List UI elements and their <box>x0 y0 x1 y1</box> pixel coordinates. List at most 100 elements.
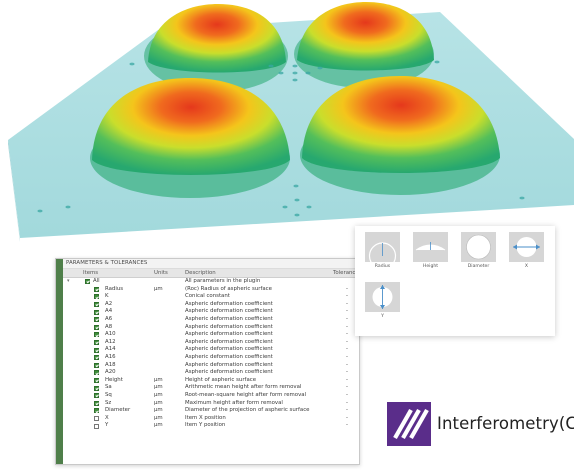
row-tolerance[interactable]: - <box>346 422 348 430</box>
row-units: μm <box>154 285 163 292</box>
row-tolerance[interactable]: - <box>346 339 348 347</box>
table-row[interactable]: Sq μm Root-mean-square height after form r… <box>63 392 359 400</box>
table-row[interactable]: A14 Aspheric deformation coefficient - <box>63 346 359 354</box>
row-checkbox[interactable] <box>94 317 99 323</box>
row-tolerance[interactable]: - <box>346 286 348 294</box>
shape-label: Y <box>381 314 384 319</box>
row-tolerance[interactable]: - <box>346 362 348 370</box>
shape-y[interactable]: Y <box>365 282 400 319</box>
column-header-units[interactable]: Units <box>154 269 168 277</box>
row-item-name: Sa <box>105 384 112 391</box>
table-row[interactable]: A18 Aspheric deformation coefficient - <box>63 362 359 370</box>
parameters-table-body: ▾ All All parameters in the plugin Radius μm… <box>63 278 359 430</box>
table-row[interactable]: Radius μm (Roc) Radius of aspheric surface… <box>63 286 359 294</box>
shape-x[interactable]: X <box>509 232 544 269</box>
row-checkbox[interactable] <box>94 340 99 346</box>
shape-diameter[interactable]: Diameter <box>461 232 496 269</box>
table-row[interactable]: A16 Aspheric deformation coefficient - <box>63 354 359 362</box>
column-header-row: Items Units Description Tolerance <box>63 269 359 278</box>
table-row[interactable]: Height μm Height of aspheric surface - <box>63 377 359 385</box>
shape-radius[interactable]: Radius <box>365 232 400 269</box>
row-description: Aspheric deformation coefficient <box>185 308 273 315</box>
row-tolerance[interactable]: - <box>346 308 348 316</box>
column-header-description[interactable]: Description <box>185 269 216 277</box>
table-row[interactable]: A4 Aspheric deformation coefficient - <box>63 308 359 316</box>
row-description: Aspheric deformation coefficient <box>185 346 273 353</box>
row-checkbox[interactable] <box>94 370 99 376</box>
row-tolerance[interactable]: - <box>346 369 348 377</box>
row-item-name: K <box>105 293 109 300</box>
row-description: All parameters in the plugin <box>185 278 261 284</box>
row-tolerance[interactable]: - <box>346 400 348 408</box>
surface-3d-svg <box>8 2 574 242</box>
table-row[interactable]: A20 Aspheric deformation coefficient - <box>63 369 359 377</box>
row-checkbox[interactable] <box>94 385 99 391</box>
row-tolerance[interactable]: - <box>346 354 348 362</box>
row-description: Aspheric deformation coefficient <box>185 315 273 322</box>
row-checkbox[interactable] <box>94 309 99 315</box>
row-checkbox[interactable] <box>94 286 99 292</box>
row-tolerance[interactable]: - <box>346 407 348 415</box>
row-description: Aspheric deformation coefficient <box>185 353 273 360</box>
row-tolerance[interactable]: - <box>346 384 348 392</box>
row-description: Aspheric deformation coefficient <box>185 300 273 307</box>
row-units: μm <box>154 414 163 421</box>
table-row[interactable]: ▾ All All parameters in the plugin <box>63 278 359 286</box>
panel-title: PARAMETERS & TOLERANCES <box>63 259 359 269</box>
row-item-name: A6 <box>105 315 113 322</box>
row-checkbox[interactable] <box>94 347 99 353</box>
table-row[interactable]: A8 Aspheric deformation coefficient - <box>63 324 359 332</box>
row-item-name: Diameter <box>105 407 131 414</box>
row-checkbox[interactable] <box>94 294 99 300</box>
brand-name: Interferometry(CSI) <box>437 414 574 433</box>
row-checkbox[interactable] <box>94 324 99 330</box>
row-tolerance[interactable]: - <box>346 346 348 354</box>
row-checkbox[interactable] <box>94 423 99 429</box>
row-tolerance[interactable]: - <box>346 392 348 400</box>
column-header-items[interactable]: Items <box>83 269 98 277</box>
expand-icon[interactable]: ▾ <box>67 278 70 286</box>
row-tolerance[interactable]: - <box>346 324 348 332</box>
row-item-name: A20 <box>105 369 116 376</box>
row-checkbox[interactable] <box>85 279 90 285</box>
row-item-name: X <box>105 414 109 421</box>
table-row[interactable]: Yμm Item Y position - <box>63 422 359 430</box>
row-description: Maximum height after form removal <box>185 399 283 406</box>
table-row[interactable]: A6 Aspheric deformation coefficient - <box>63 316 359 324</box>
row-checkbox[interactable] <box>94 355 99 361</box>
row-description: Root-mean-square height after form remov… <box>185 391 307 398</box>
radius-icon <box>365 232 400 262</box>
row-checkbox[interactable] <box>94 332 99 338</box>
row-checkbox[interactable] <box>94 302 99 308</box>
table-row[interactable]: A12 Aspheric deformation coefficient - <box>63 339 359 347</box>
row-tolerance[interactable]: - <box>346 377 348 385</box>
row-checkbox[interactable] <box>94 400 99 406</box>
interferometry-logo <box>387 402 431 446</box>
row-checkbox[interactable] <box>94 362 99 368</box>
row-checkbox[interactable] <box>94 408 99 414</box>
table-row[interactable]: A2 Aspheric deformation coefficient - <box>63 301 359 309</box>
shape-label: X <box>524 264 529 269</box>
row-description: Item Y position <box>185 422 226 429</box>
row-tolerance[interactable]: - <box>346 316 348 324</box>
surface-3d-view <box>0 0 574 260</box>
table-row[interactable]: Sz μm Maximum height after form removal - <box>63 400 359 408</box>
table-row[interactable]: K Conical constant - <box>63 293 359 301</box>
row-tolerance[interactable]: - <box>346 415 348 423</box>
row-checkbox[interactable] <box>94 393 99 399</box>
row-tolerance[interactable]: - <box>346 331 348 339</box>
table-row[interactable]: Diameter μm Diameter of the projection of … <box>63 407 359 415</box>
row-tolerance[interactable]: - <box>346 293 348 301</box>
row-description: Diameter of the projection of aspheric s… <box>185 407 310 414</box>
panel-side-strip <box>56 259 63 464</box>
row-description: Conical constant <box>185 293 230 300</box>
row-checkbox[interactable] <box>94 378 99 384</box>
table-row[interactable]: Xμm Item X position - <box>63 415 359 423</box>
table-row[interactable]: Sa μm Arithmetic mean height after form re… <box>63 384 359 392</box>
table-row[interactable]: A10 Aspheric deformation coefficient - <box>63 331 359 339</box>
row-units: μm <box>154 399 163 406</box>
shape-height[interactable]: Height <box>413 232 448 269</box>
row-checkbox[interactable] <box>94 415 99 421</box>
row-units: μm <box>154 407 163 414</box>
row-tolerance[interactable]: - <box>346 301 348 309</box>
